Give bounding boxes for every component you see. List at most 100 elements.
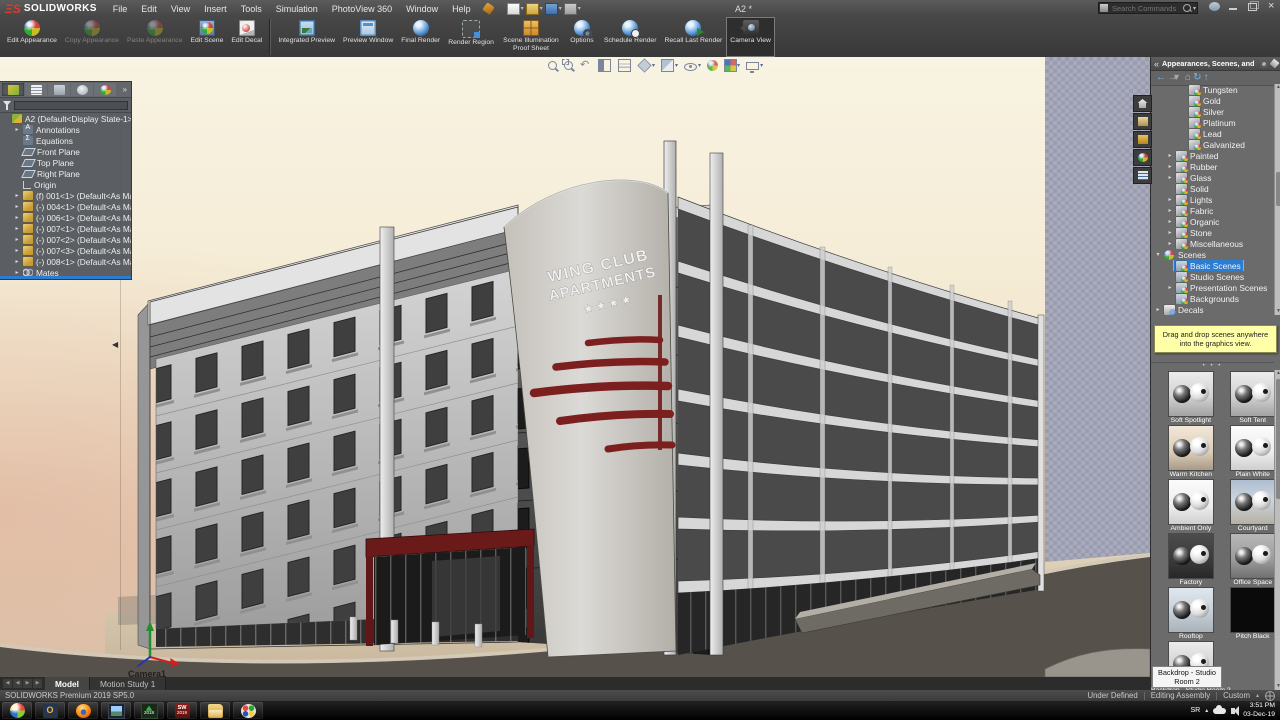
toolbar-button[interactable]: Schedule Render [600, 17, 661, 57]
task-pane-tab[interactable] [1133, 131, 1152, 148]
tree-item[interactable]: Front Plane [0, 146, 131, 157]
view-orientation-icon[interactable] [637, 58, 651, 72]
tab-nav-arrow-icon[interactable]: ◀ [3, 679, 12, 688]
toolbar-button[interactable]: Render Region [444, 17, 498, 57]
expand-arrow-icon[interactable]: ▸ [1166, 207, 1174, 214]
firefox-icon[interactable] [68, 702, 98, 719]
selection-splitter[interactable] [0, 276, 131, 279]
tree-item[interactable]: ▸ (-) 008<1> (Default<As Machined> [0, 256, 131, 267]
model-tab[interactable]: Motion Study 1 [90, 677, 166, 690]
tree-item[interactable]: Right Plane [0, 168, 131, 179]
tree-item[interactable]: ▸ (-) 007<3> (Default<As Machined> [0, 245, 131, 256]
dropdown-caret-icon[interactable]: ▾ [652, 62, 655, 69]
thumbnails-scrollbar[interactable]: ▲ ▼ [1274, 370, 1280, 690]
tree-item[interactable]: Equations [0, 135, 131, 146]
expand-arrow-icon[interactable]: ▸ [13, 247, 21, 254]
dropdown-caret-icon[interactable]: ▾ [1174, 73, 1179, 83]
model-tab[interactable]: Model [45, 677, 90, 690]
tree-item[interactable]: Silver [1151, 106, 1274, 117]
tree-item[interactable]: Gold [1151, 95, 1274, 106]
dropdown-caret-icon[interactable]: ▾ [578, 5, 581, 12]
panel-expand-icon[interactable]: » [123, 85, 129, 94]
collapse-chevron-icon[interactable]: « [1154, 59, 1159, 69]
tree-item[interactable]: ▸ (-) 004<1> (Default<As Machined> [0, 201, 131, 212]
dropdown-caret-icon[interactable]: ▾ [540, 5, 543, 12]
scene-thumbnail[interactable] [1231, 426, 1274, 470]
toolbar-button[interactable]: Options [564, 17, 600, 57]
pin-icon[interactable] [1270, 59, 1280, 69]
help-icon[interactable] [1208, 1, 1221, 12]
open-document-icon[interactable] [526, 3, 539, 15]
units-selector[interactable]: Custom [1223, 691, 1250, 700]
tree-item[interactable]: Top Plane [0, 157, 131, 168]
filter-input[interactable] [14, 101, 128, 110]
tree-item[interactable]: Backgrounds [1151, 293, 1274, 304]
gear-icon[interactable] [1260, 60, 1268, 68]
back-icon[interactable]: ← [1156, 73, 1166, 83]
tree-item[interactable]: ▸ Glass [1151, 172, 1274, 183]
display-style-icon[interactable] [661, 59, 674, 72]
search-commands-box[interactable]: ▾ [1098, 2, 1198, 14]
tree-item[interactable]: Solid [1151, 183, 1274, 194]
menu-item[interactable]: View [164, 4, 197, 14]
task-pane-tab[interactable] [1133, 149, 1152, 166]
language-indicator[interactable]: SR [1191, 707, 1201, 714]
expand-arrow-icon[interactable]: ▸ [1166, 240, 1174, 247]
expand-arrow-icon[interactable]: ▸ [13, 236, 21, 243]
minimize-button[interactable] [1227, 1, 1240, 12]
expand-arrow-icon[interactable]: ▾ [1154, 251, 1162, 258]
tree-item[interactable]: ▸ (-) 007<2> (Default<As Machined> [0, 234, 131, 245]
photos-icon[interactable] [101, 702, 131, 719]
tree-item[interactable]: ▸ (-) 007<1> (Default<As Machined> [0, 223, 131, 234]
tree-item[interactable]: ▸ Presentation Scenes [1151, 282, 1274, 293]
tree-item[interactable]: Galvanized [1151, 139, 1274, 150]
expand-arrow-icon[interactable]: ▸ [1154, 306, 1162, 313]
scene-thumbnail[interactable] [1169, 426, 1213, 470]
tree-item[interactable]: ▸ Fabric [1151, 205, 1274, 216]
file-explorer-icon[interactable] [200, 702, 230, 719]
annotation-views-icon[interactable] [618, 59, 631, 72]
tree-item[interactable]: Origin [0, 179, 131, 190]
dropdown-caret-icon[interactable]: ▾ [521, 5, 524, 12]
graphics-area[interactable]: WING CLUB APARTMENTS ★ ★ ★ ★ [0, 57, 1150, 677]
new-document-icon[interactable] [507, 3, 520, 15]
toolbar-button[interactable]: Camera View [726, 17, 775, 57]
scene-thumbnail[interactable] [1231, 372, 1274, 416]
manager-tab[interactable] [25, 83, 47, 96]
expand-arrow-icon[interactable]: ▸ [1166, 196, 1174, 203]
menu-item[interactable]: File [106, 4, 135, 14]
tree-item[interactable]: ▸ Organic [1151, 216, 1274, 227]
cloud-icon[interactable] [1213, 708, 1226, 714]
search-scope-icon[interactable] [1100, 4, 1108, 12]
toolbar-button[interactable]: Copy Appearance [61, 17, 123, 57]
previous-view-icon[interactable] [580, 60, 591, 71]
refresh-icon[interactable]: ↻ [1193, 73, 1201, 83]
start-button[interactable] [2, 702, 32, 719]
task-pane-tab[interactable] [1133, 167, 1152, 184]
restore-button[interactable] [1246, 1, 1259, 12]
scene-thumbnail[interactable] [1169, 588, 1213, 632]
web-help-icon[interactable] [1265, 691, 1275, 701]
expand-arrow-icon[interactable]: ▸ [1166, 229, 1174, 236]
solidworks-2019-icon[interactable]: 2019 [167, 702, 197, 719]
expand-arrow-icon[interactable]: ▸ [1166, 284, 1174, 291]
menu-item[interactable]: Insert [197, 4, 234, 14]
dropdown-caret-icon[interactable]: ▾ [559, 5, 562, 12]
tree-scrollbar[interactable]: ▲ ▼ [1274, 84, 1280, 315]
tree-item[interactable]: ▸ Annotations [0, 124, 131, 135]
edit-appearance-icon[interactable] [707, 60, 718, 71]
paint-icon[interactable] [233, 702, 263, 719]
zoom-area-icon[interactable] [564, 61, 573, 70]
view-settings-icon[interactable] [746, 62, 759, 70]
menu-item[interactable]: Edit [134, 4, 164, 14]
app-2018-icon[interactable]: 2018 [134, 702, 164, 719]
search-icon[interactable] [1183, 4, 1191, 12]
tree-item[interactable]: ▸ Lights [1151, 194, 1274, 205]
hide-show-items-icon[interactable] [684, 63, 697, 71]
tree-item[interactable]: Lead [1151, 128, 1274, 139]
search-input[interactable] [1110, 3, 1181, 14]
tree-item[interactable]: ▸ (-) 006<1> (Default<As Machined> [0, 212, 131, 223]
expand-arrow-icon[interactable]: ▸ [13, 192, 21, 199]
expand-arrow-icon[interactable]: ▸ [13, 269, 21, 276]
manager-tab[interactable] [94, 83, 116, 96]
